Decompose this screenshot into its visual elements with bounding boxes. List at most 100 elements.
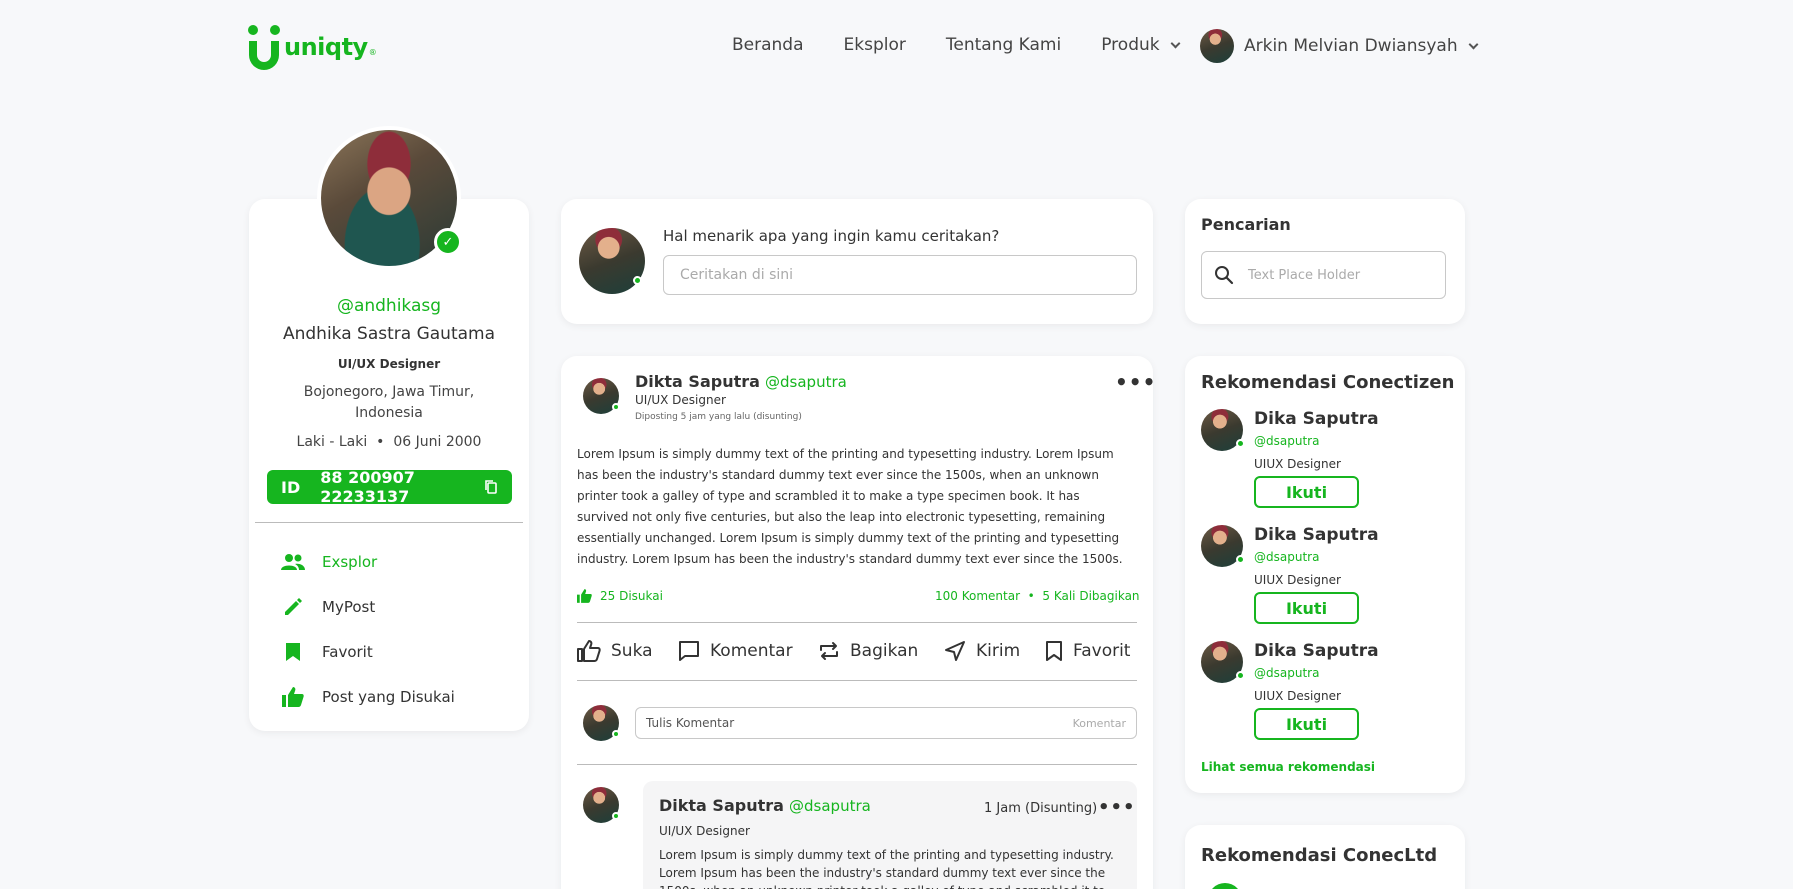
post-shares-count[interactable]: 5 Kali Dibagikan <box>1042 589 1139 603</box>
post-author-line: Dikta Saputra @dsaputra <box>635 372 847 391</box>
recommendation-role: UIUX Designer <box>1254 689 1341 703</box>
dot-separator: • <box>371 434 389 450</box>
online-status-dot <box>612 403 620 411</box>
comment-button[interactable]: Komentar <box>678 640 793 662</box>
logo-mark-icon <box>246 23 282 71</box>
profile-gender: Laki - Laki <box>296 434 368 450</box>
menu-item-exsplor[interactable]: Exsplor <box>280 551 377 573</box>
menu-item-mypost[interactable]: MyPost <box>280 596 375 618</box>
post-stats: 100 Komentar • 5 Kali Dibagikan <box>935 589 1140 603</box>
post-author-role: UI/UX Designer <box>635 393 726 407</box>
favorite-label: Favorit <box>1073 641 1131 661</box>
online-status-dot <box>1236 439 1245 448</box>
nav-produk-label: Produk <box>1101 35 1160 55</box>
post-author-name[interactable]: Dikta Saputra <box>635 372 760 391</box>
bookmark-outline-icon <box>1046 641 1062 661</box>
post-body: Lorem Ipsum is simply dummy text of the … <box>577 447 1123 566</box>
search-icon <box>1215 266 1234 285</box>
comment-body: Lorem Ipsum is simply dummy text of the … <box>659 848 1114 889</box>
menu-label-post-disukai: Post yang Disukai <box>322 688 455 706</box>
menu-item-post-disukai[interactable]: Post yang Disukai <box>280 686 455 708</box>
recommendation-name[interactable]: Dika Saputra <box>1254 641 1379 661</box>
conecltd-title: Rekomendasi ConecLtd <box>1201 845 1438 866</box>
thumbs-up-outline-icon <box>577 640 601 662</box>
see-all-recommendations-link[interactable]: Lihat semua rekomendasi <box>1201 760 1375 774</box>
profile-birthdate: 06 Juni 2000 <box>393 434 482 450</box>
comment-author-name[interactable]: Dikta Saputra <box>659 796 784 815</box>
profile-username: @andhikasg <box>336 296 442 316</box>
follow-button[interactable]: Ikuti <box>1254 708 1359 740</box>
profile-full-name: Andhika Sastra Gautama <box>282 324 496 344</box>
online-status-dot <box>612 730 620 738</box>
divider <box>577 680 1137 681</box>
send-button[interactable]: Kirim <box>944 640 1020 662</box>
search-input[interactable]: Text Place Holder <box>1201 251 1446 299</box>
comment-time: 1 Jam (Disunting) <box>984 801 1098 816</box>
composer-input[interactable]: Ceritakan di sini <box>663 255 1137 295</box>
repost-icon <box>820 642 838 660</box>
people-icon <box>280 551 306 573</box>
composer-placeholder: Ceritakan di sini <box>680 267 794 283</box>
composer-prompt: Hal menarik apa yang ingin kamu ceritaka… <box>663 227 1000 245</box>
share-label: Bagikan <box>850 641 919 661</box>
verified-check-icon: ✓ <box>434 228 462 256</box>
like-button[interactable]: Suka <box>577 640 653 662</box>
nav-produk[interactable]: Produk <box>1101 35 1181 55</box>
comment-input[interactable]: Tulis Komentar Komentar <box>635 707 1137 739</box>
id-number: 88 200907 22233137 <box>320 468 415 506</box>
recommendation-handle: @dsaputra <box>1254 666 1320 680</box>
profile-id-box: ID 88 200907 22233137 <box>267 468 512 506</box>
chevron-down-icon <box>1170 38 1181 48</box>
post-likes-count: 25 Disukai <box>600 589 663 603</box>
recommendation-handle: @dsaputra <box>1254 550 1320 564</box>
online-status-dot <box>1236 555 1245 564</box>
share-button[interactable]: Bagikan <box>818 640 918 662</box>
copy-icon[interactable] <box>484 479 498 495</box>
like-label: Suka <box>611 641 653 661</box>
profile-location-line1: Bojonegoro, Jawa Timur, <box>303 384 475 400</box>
comment-placeholder: Tulis Komentar <box>646 716 735 730</box>
user-menu[interactable]: Arkin Melvian Dwiansyah <box>1200 29 1479 63</box>
post-author-handle[interactable]: @dsaputra <box>765 373 847 391</box>
comment-author-handle[interactable]: @dsaputra <box>789 797 871 815</box>
chevron-down-icon <box>1468 39 1479 49</box>
menu-item-favorit[interactable]: Favorit <box>280 641 373 663</box>
brand-logo[interactable]: uniqty ® <box>246 22 377 72</box>
recommendation-role: UIUX Designer <box>1254 457 1341 471</box>
comment-submit-button[interactable]: Komentar <box>1073 717 1126 730</box>
nav-eksplor[interactable]: Eksplor <box>844 35 906 55</box>
search-title: Pencarian <box>1201 215 1291 234</box>
menu-label-exsplor: Exsplor <box>322 553 378 571</box>
profile-location-line2: Indonesia <box>355 405 423 421</box>
more-options-icon[interactable]: ••• <box>1098 797 1136 818</box>
nav-tentang-kami[interactable]: Tentang Kami <box>946 35 1061 55</box>
profile-gender-birth: Laki - Laki • 06 Juni 2000 <box>249 434 529 450</box>
follow-button[interactable]: Ikuti <box>1254 476 1359 508</box>
recommendation-name[interactable]: Dika Saputra <box>1254 409 1379 429</box>
divider <box>577 622 1137 623</box>
search-placeholder: Text Place Holder <box>1248 267 1361 283</box>
recommendation-handle: @dsaputra <box>1254 434 1320 448</box>
recommendation-name[interactable]: Dika Saputra <box>1254 525 1379 545</box>
id-label: ID <box>281 477 301 497</box>
main-nav: Beranda Eksplor Tentang Kami Produk <box>732 35 1219 55</box>
recommendation-title: Rekomendasi Conectizen <box>1201 372 1455 393</box>
thumbs-up-icon <box>280 686 306 708</box>
user-name: Arkin Melvian Dwiansyah <box>1244 36 1458 56</box>
brand-reg-mark: ® <box>368 47 377 57</box>
post-comments-count[interactable]: 100 Komentar <box>935 589 1020 603</box>
thumbs-up-icon <box>577 589 592 603</box>
online-status-dot <box>1236 671 1245 680</box>
brand-name: uniqty <box>284 33 368 61</box>
send-icon <box>945 641 965 661</box>
bookmark-icon <box>280 641 306 663</box>
more-options-icon[interactable]: ••• <box>1115 370 1156 394</box>
divider <box>255 522 523 523</box>
nav-beranda[interactable]: Beranda <box>732 35 804 55</box>
favorite-button[interactable]: Favorit <box>1045 640 1130 662</box>
post-likes[interactable]: 25 Disukai <box>577 589 663 603</box>
online-status-dot <box>633 276 642 285</box>
menu-label-mypost: MyPost <box>322 598 376 616</box>
follow-button[interactable]: Ikuti <box>1254 592 1359 624</box>
comment-icon <box>679 641 699 661</box>
